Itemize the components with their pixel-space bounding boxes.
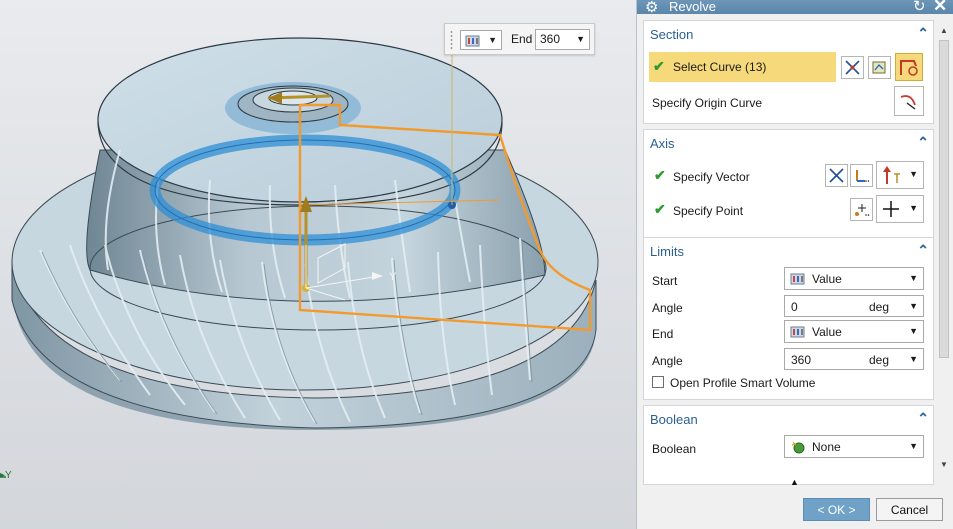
specify-vector-label: Specify Vector (673, 170, 750, 184)
start-label: Start (652, 274, 678, 288)
specify-origin-curve-button[interactable] (894, 86, 924, 116)
curve-selection-button[interactable] (895, 53, 923, 81)
scroll-down-icon[interactable]: ▼ (940, 460, 948, 469)
section-group: Section ⌃ ✔ Select Curve (13) Specify Or… (643, 20, 934, 124)
section-group-title[interactable]: Section (650, 27, 693, 42)
chevron-down-icon: ▼ (909, 273, 918, 283)
end-limit-label: End (652, 327, 674, 341)
open-profile-label: Open Profile Smart Volume (670, 376, 816, 390)
chevron-down-icon[interactable]: ▼ (909, 301, 918, 311)
close-icon[interactable]: ✕ (933, 0, 947, 16)
wcs-y-axis-label: ▸Y (0, 470, 12, 481)
curve-rule-icon (845, 60, 860, 75)
chevron-down-icon[interactable]: ▼ (576, 34, 585, 44)
end-value-text: 360 (540, 32, 561, 46)
end-angle-value: 360 (791, 353, 812, 367)
collapse-boolean-icon[interactable]: ⌃ (917, 410, 929, 427)
end-type-value: Value (812, 325, 842, 339)
reverse-direction-button[interactable] (825, 164, 848, 187)
open-profile-checkbox[interactable] (652, 376, 664, 388)
reset-icon[interactable]: ↻ (913, 0, 926, 15)
checkmark-icon: ✔ (653, 58, 665, 74)
dialog-scroll-area[interactable]: Section ⌃ ✔ Select Curve (13) Specify Or… (637, 18, 937, 488)
specify-origin-label: Specify Origin Curve (652, 96, 763, 110)
limits-group-title[interactable]: Limits (650, 244, 684, 259)
triad-y-label: Y (389, 271, 397, 283)
chevron-down-icon[interactable]: ▼ (909, 203, 918, 213)
ok-button[interactable]: < OK > (803, 498, 870, 521)
vector-icon (883, 166, 900, 184)
boolean-dropdown[interactable]: None ▼ (784, 435, 924, 458)
specify-point-label: Specify Point (673, 204, 744, 218)
limits-group: Limits ⌃ Start Value ▼ Angle 0 deg ▼ End… (643, 237, 934, 400)
collapse-limits-icon[interactable]: ⌃ (917, 242, 929, 259)
start-angle-label: Angle (652, 301, 683, 315)
chevron-down-icon: ▼ (909, 326, 918, 336)
boolean-group: Boolean ⌃ Boolean None ▼ (643, 405, 934, 485)
reverse-direction-icon (829, 168, 844, 183)
vector-dialog-icon (856, 170, 870, 182)
dialog-title: Revolve (669, 0, 716, 14)
chevron-down-icon[interactable]: ▼ (909, 354, 918, 364)
end-angle-mini-toolbar: ▼ End 360 ▼ (444, 23, 595, 55)
graphics-viewport[interactable]: Y ▸Y ▼ End 360 ▼ (0, 0, 636, 529)
crosshair-icon (883, 201, 899, 217)
end-type-dropdown[interactable]: Value ▼ (784, 320, 924, 343)
select-curve-row[interactable]: ✔ Select Curve (13) (649, 52, 836, 82)
value-icon (790, 325, 808, 342)
gear-icon: ⚙ (645, 0, 659, 16)
none-boolean-icon (790, 440, 808, 457)
vector-type-dropdown[interactable]: ▼ (876, 161, 924, 189)
scroll-up-icon[interactable]: ▲ (940, 26, 948, 35)
scrollbar-thumb[interactable] (939, 40, 949, 358)
sketch-icon (872, 61, 886, 74)
end-type-dropdown[interactable]: ▼ (460, 30, 502, 50)
dialog-titlebar[interactable]: ⚙ Revolve ↻ ✕ (637, 0, 953, 16)
axis-group: Axis ⌃ ✔ Specify Vector ▼ ✔ Specify Poin… (643, 129, 934, 241)
select-curve-label: Select Curve (13) (673, 60, 767, 74)
revolve-dialog: ⚙ Revolve ↻ ✕ Section ⌃ ✔ Select Curve (… (636, 0, 953, 529)
boolean-group-title[interactable]: Boolean (650, 412, 698, 427)
curve-rule-button[interactable] (841, 56, 864, 79)
start-type-value: Value (812, 272, 842, 286)
start-type-dropdown[interactable]: Value ▼ (784, 267, 924, 290)
end-angle-label: Angle (652, 354, 683, 368)
checkmark-icon: ✔ (654, 201, 666, 217)
value-icon (465, 34, 483, 51)
point-type-dropdown[interactable]: ▼ (876, 195, 924, 223)
start-angle-unit: deg (869, 300, 890, 314)
boolean-value: None (812, 440, 841, 454)
revolve-model-scene[interactable]: Y (0, 0, 636, 529)
vector-dialog-button[interactable] (850, 164, 873, 187)
start-angle-value: 0 (791, 300, 798, 314)
end-label: End (511, 32, 533, 46)
chevron-down-icon: ▼ (909, 441, 918, 451)
checkmark-icon: ✔ (654, 167, 666, 183)
collapse-axis-icon[interactable]: ⌃ (917, 134, 929, 151)
curve-select-icon (900, 60, 918, 76)
toolbar-grip-handle[interactable] (449, 30, 454, 50)
sketch-section-button[interactable] (868, 56, 891, 79)
point-dialog-icon (855, 204, 870, 216)
cancel-button[interactable]: Cancel (876, 498, 943, 521)
boolean-label: Boolean (652, 442, 697, 456)
origin-curve-icon (900, 95, 916, 110)
start-angle-input[interactable]: 0 deg ▼ (784, 295, 924, 317)
point-dialog-button[interactable] (850, 198, 873, 221)
chevron-down-icon[interactable]: ▼ (909, 169, 918, 179)
collapse-section-icon[interactable]: ⌃ (917, 25, 929, 42)
dialog-scrollbar[interactable]: ▲ ▼ (937, 18, 952, 476)
more-options-icon[interactable]: ▲ (790, 477, 799, 487)
end-angle-unit: deg (869, 353, 890, 367)
end-angle-input[interactable]: 360 deg ▼ (784, 348, 924, 370)
chevron-down-icon: ▼ (488, 35, 497, 45)
value-icon (790, 272, 808, 289)
axis-group-title[interactable]: Axis (650, 136, 675, 151)
end-value-input[interactable]: 360 ▼ (535, 29, 590, 50)
